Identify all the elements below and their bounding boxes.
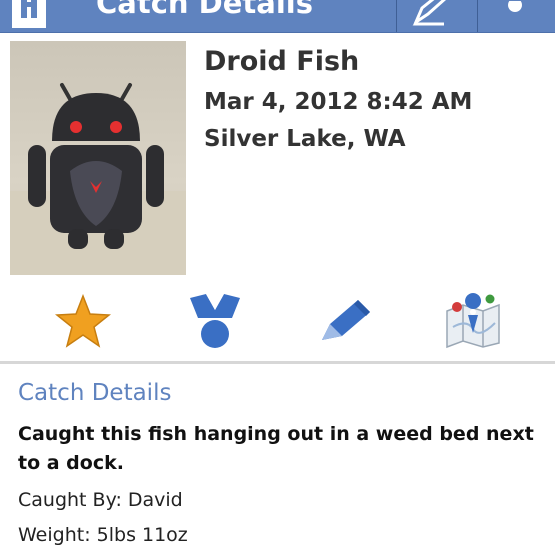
star-icon — [55, 294, 111, 348]
caught-by-label: Caught By: David — [18, 489, 183, 511]
edit-catch-button[interactable] — [314, 292, 376, 350]
catch-datetime: Mar 4, 2012 8:42 AM — [204, 89, 473, 115]
action-bar-divider — [396, 0, 397, 32]
catch-location: Silver Lake, WA — [204, 126, 406, 152]
edit-icon[interactable] — [410, 0, 450, 27]
action-bar-title: Catch Details — [96, 0, 313, 20]
pencil-icon — [322, 300, 370, 340]
action-bar-divider — [477, 0, 478, 32]
catch-photo[interactable] — [10, 41, 186, 275]
map-icon — [446, 293, 500, 349]
map-button[interactable] — [442, 292, 504, 350]
badge-button[interactable] — [184, 292, 246, 350]
weight-label: Weight: 5lbs 11oz — [18, 524, 188, 546]
badge-icon — [190, 294, 240, 348]
catch-title: Droid Fish — [204, 46, 360, 77]
catch-description: Caught this fish hanging out in a weed b… — [18, 423, 534, 474]
home-icon[interactable] — [12, 0, 46, 28]
favorite-star-button[interactable] — [52, 292, 114, 350]
catch-details-heading: Catch Details — [18, 380, 172, 406]
action-bar: Catch Details — [0, 0, 555, 33]
section-divider — [0, 361, 555, 364]
overflow-menu-icon[interactable] — [506, 0, 524, 14]
